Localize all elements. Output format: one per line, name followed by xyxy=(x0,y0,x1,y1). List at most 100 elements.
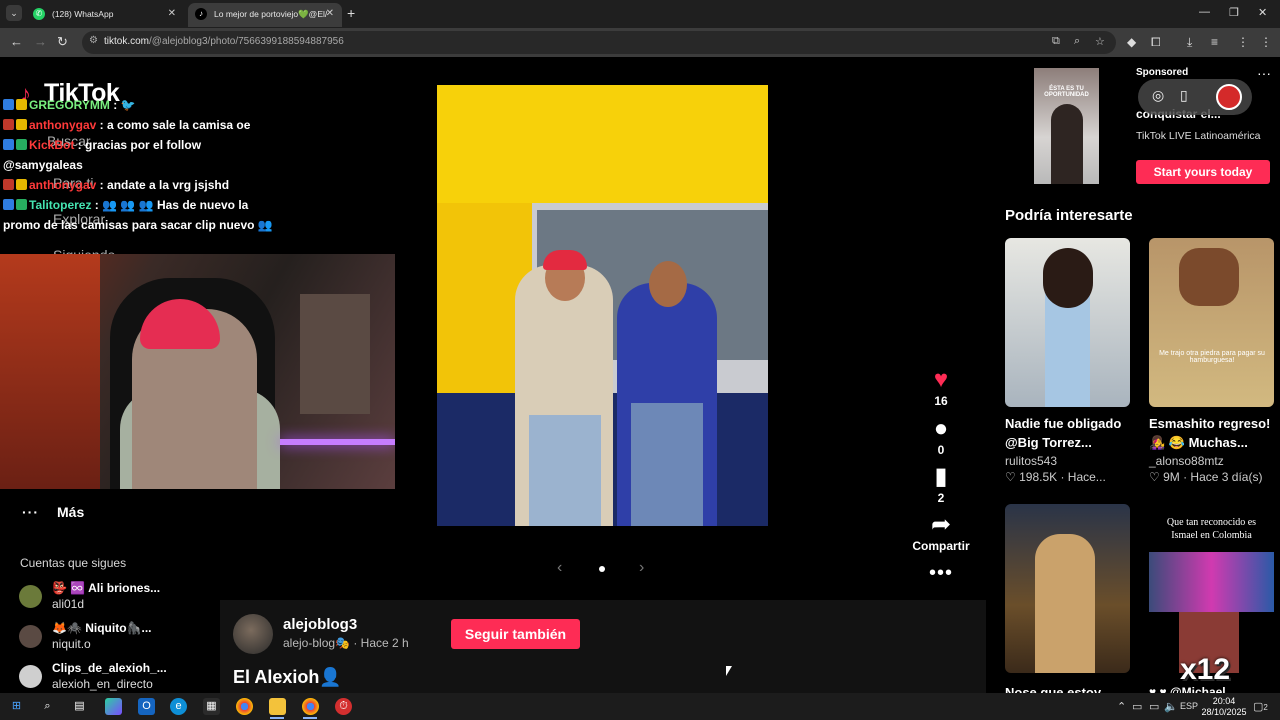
video-thumbnail[interactable]: Me trajo otra piedra para pagar su hambu… xyxy=(1149,238,1274,407)
clock-icon[interactable]: ◎ xyxy=(1152,87,1164,104)
zoom-icon[interactable]: ⌕ xyxy=(1074,35,1080,48)
whatsapp-icon: ✆ xyxy=(33,8,45,20)
video-thumbnail[interactable] xyxy=(1005,238,1130,407)
recommendations-title: Podría interesarte xyxy=(1005,207,1133,224)
bookmark-star-icon[interactable]: ☆ xyxy=(1095,35,1105,48)
video-thumbnail[interactable]: Que tan reconocido es Ismael en Colombia xyxy=(1149,504,1274,673)
start-icon[interactable]: ⊞ xyxy=(8,698,25,715)
edge-icon[interactable]: e xyxy=(170,698,187,715)
menu-icon[interactable]: ⋮ xyxy=(1260,35,1272,49)
like-button[interactable]: ♥ 16 xyxy=(905,366,977,409)
following-account[interactable]: Clips_de_alexioh_... alexioh_en_directo xyxy=(19,661,209,693)
copilot-icon[interactable] xyxy=(105,698,122,715)
badge-icon xyxy=(16,99,27,110)
following-accounts-title: Cuentas que sigues xyxy=(20,556,127,570)
minimize-icon[interactable]: — xyxy=(1199,6,1210,18)
tab-title: (128) WhatsApp xyxy=(52,9,114,19)
back-icon[interactable]: ← xyxy=(10,34,23,49)
extensions-puzzle-icon[interactable]: ⧠ xyxy=(1151,35,1161,50)
stream-chat-overlay: GREGORYMM : 🐦 anthonygav : a como sale l… xyxy=(3,95,273,235)
install-icon[interactable]: ⧉ xyxy=(1052,35,1060,48)
download-icon[interactable]: ⤓ xyxy=(1187,35,1192,50)
badge-icon xyxy=(16,199,27,210)
mouse-cursor-icon xyxy=(726,666,732,676)
carousel-dot[interactable] xyxy=(599,566,605,572)
file-explorer-icon[interactable] xyxy=(269,698,286,715)
outlook-icon[interactable]: O xyxy=(138,698,155,715)
close-window-icon[interactable]: ✕ xyxy=(1258,6,1267,19)
search-icon[interactable]: ⌕ xyxy=(39,698,56,715)
streamer-webcam xyxy=(0,254,395,489)
media-control-icon[interactable]: ≡ xyxy=(1211,35,1218,49)
store-icon[interactable]: ▦ xyxy=(203,698,220,715)
carousel-next-icon[interactable]: › xyxy=(639,559,644,577)
avatar[interactable] xyxy=(1216,84,1242,110)
phone-icon[interactable]: ▯ xyxy=(1180,87,1188,104)
badge-icon xyxy=(3,119,14,130)
browser-tab-bar: ⌄ ✆ (128) WhatsApp ✕ ♪ Lo mejor de porto… xyxy=(0,0,1280,28)
close-tab-icon[interactable]: ✕ xyxy=(168,3,176,25)
clock[interactable]: 20:04 28/10/2025 xyxy=(1201,696,1247,718)
task-view-icon[interactable]: ▤ xyxy=(71,698,88,715)
post-caption: El Alexioh👤 xyxy=(233,667,342,687)
gift-multiplier-badge: x12 xyxy=(1180,653,1231,686)
follow-button[interactable]: Seguir también xyxy=(451,619,580,649)
more-dots-icon: ••• xyxy=(928,562,953,584)
ad-more-icon[interactable]: ··· xyxy=(1257,65,1271,81)
heart-icon: ♥ xyxy=(933,366,949,393)
recommendation-card[interactable]: Nadie fue obligado @Big Torrez... rulito… xyxy=(1005,238,1130,484)
chrome-icon[interactable] xyxy=(236,698,253,715)
recommendation-card[interactable]: Nose que estoy xyxy=(1005,504,1130,693)
tab-whatsapp[interactable]: ✆ (128) WhatsApp ✕ xyxy=(26,3,184,27)
following-account[interactable]: 👺 ♾️ Ali briones... ali01d xyxy=(19,581,209,613)
extension-diamond-icon[interactable]: ◆ xyxy=(1127,35,1136,49)
badge-icon xyxy=(16,179,27,190)
more-nav-item[interactable]: ··· Más xyxy=(22,504,84,520)
save-button[interactable]: ▮ 2 xyxy=(905,464,977,506)
chat-message: KickBot : gracias por el follow xyxy=(3,135,273,155)
chrome-icon[interactable] xyxy=(302,698,319,715)
sponsored-label: Sponsored xyxy=(1136,67,1189,78)
tab-search-icon[interactable]: ⌄ xyxy=(6,5,22,21)
share-button[interactable]: ➦ Compartir xyxy=(905,511,977,554)
tiktok-icon: ♪ xyxy=(195,8,207,20)
share-icon: ➦ xyxy=(930,511,952,538)
close-tab-icon[interactable]: ✕ xyxy=(326,3,334,25)
tab-title: Lo mejor de portoviejo💚@El/ xyxy=(214,9,328,19)
new-tab-button[interactable]: + xyxy=(347,5,355,21)
more-options-button[interactable]: ••• xyxy=(905,560,977,586)
comment-count: 0 xyxy=(937,443,945,457)
forward-icon[interactable]: → xyxy=(34,34,47,49)
url-text[interactable]: tiktok.com/@alejoblog3/photo/75663991885… xyxy=(104,36,344,47)
following-account[interactable]: 🦊🕷️ Niquito🦍... niquit.o xyxy=(19,621,209,653)
notification-icon[interactable]: ▢2 xyxy=(1253,700,1268,713)
omnibox[interactable]: ⚙ tiktok.com/@alejoblog3/photo/756639918… xyxy=(82,31,1116,54)
avatar[interactable] xyxy=(233,614,273,654)
battery-icon[interactable]: ▭ xyxy=(1149,700,1159,713)
chevron-up-icon[interactable]: ⌃ xyxy=(1117,700,1126,713)
tab-tiktok[interactable]: ♪ Lo mejor de portoviejo💚@El/ ✕ xyxy=(188,3,342,27)
site-info-icon[interactable]: ⚙ xyxy=(89,35,98,46)
ad-cta-button[interactable]: Start yours today xyxy=(1136,160,1270,184)
recommendation-card[interactable]: Me trajo otra piedra para pagar su hambu… xyxy=(1149,238,1274,484)
badge-icon xyxy=(3,99,14,110)
language-indicator[interactable]: ESP xyxy=(1180,701,1198,711)
like-count: 16 xyxy=(934,394,948,408)
profile-icon[interactable]: ⋮ xyxy=(1237,35,1249,49)
app-icon[interactable]: ⏱ xyxy=(335,698,352,715)
reload-icon[interactable]: ↻ xyxy=(57,34,68,50)
restore-icon[interactable]: ❐ xyxy=(1229,6,1239,19)
ad-thumbnail[interactable]: ÉSTA ES TU OPORTUNIDAD xyxy=(1034,68,1099,184)
network-icon[interactable]: ▭ xyxy=(1132,700,1142,713)
more-dots-icon: ··· xyxy=(22,504,39,520)
carousel-prev-icon[interactable]: ‹ xyxy=(557,559,562,577)
volume-icon[interactable]: 🔈 xyxy=(1164,700,1178,713)
badge-icon xyxy=(16,119,27,130)
video-thumbnail[interactable] xyxy=(1005,504,1130,673)
comment-button[interactable]: ● 0 xyxy=(905,416,977,458)
badge-icon xyxy=(16,139,27,150)
author-username[interactable]: alejoblog3 xyxy=(283,616,357,633)
badge-icon xyxy=(3,139,14,150)
post-photo[interactable] xyxy=(437,85,768,526)
avatar xyxy=(19,665,42,688)
